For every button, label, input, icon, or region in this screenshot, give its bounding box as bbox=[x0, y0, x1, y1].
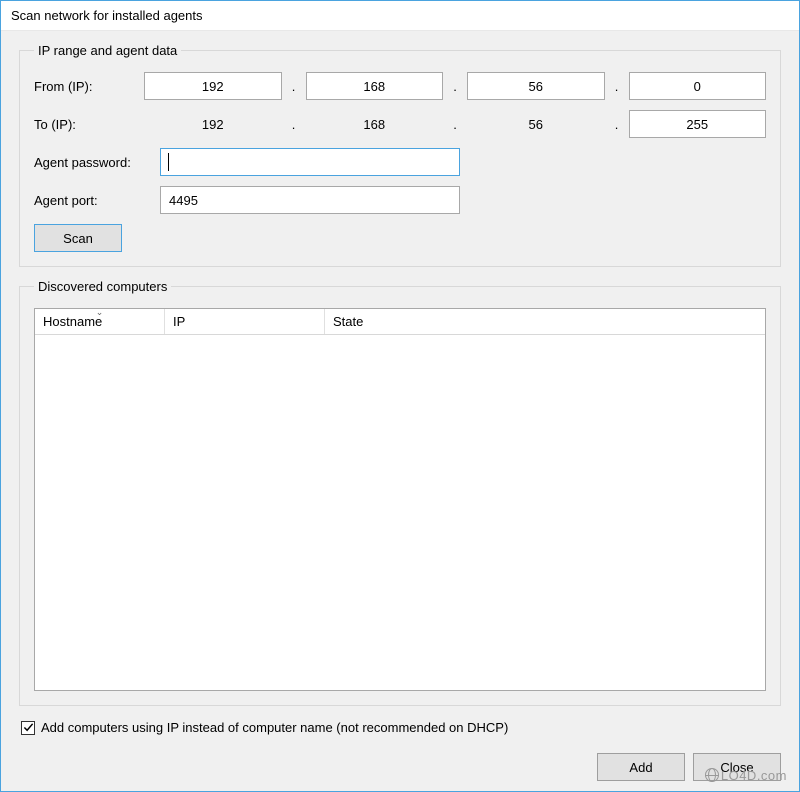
check-icon bbox=[23, 722, 34, 733]
ip-dot: . bbox=[443, 117, 467, 132]
app-window: Scan network for installed agents IP ran… bbox=[0, 0, 800, 792]
to-ip-cells: 192 . 168 . 56 . bbox=[144, 110, 766, 138]
ip-range-legend: IP range and agent data bbox=[34, 43, 181, 58]
window-title: Scan network for installed agents bbox=[11, 8, 203, 23]
from-ip-label: From (IP): bbox=[34, 79, 144, 94]
column-ip[interactable]: IP bbox=[165, 309, 325, 334]
ip-range-group: IP range and agent data From (IP): . . .… bbox=[19, 43, 781, 267]
to-ip-row: To (IP): 192 . 168 . 56 . bbox=[34, 110, 766, 138]
close-button[interactable]: Close bbox=[693, 753, 781, 781]
add-by-ip-checkbox[interactable] bbox=[21, 721, 35, 735]
add-by-ip-row: Add computers using IP instead of comput… bbox=[19, 718, 781, 737]
discovered-table: Hostname ⌄ IP State bbox=[34, 308, 766, 691]
agent-port-label: Agent port: bbox=[34, 193, 160, 208]
table-header: Hostname ⌄ IP State bbox=[35, 309, 765, 335]
titlebar: Scan network for installed agents bbox=[1, 1, 799, 31]
from-ip-row: From (IP): . . . bbox=[34, 72, 766, 100]
agent-password-row: Agent password: bbox=[34, 148, 766, 176]
sort-indicator-icon: ⌄ bbox=[96, 307, 104, 318]
discovered-legend: Discovered computers bbox=[34, 279, 171, 294]
discovered-group: Discovered computers Hostname ⌄ IP State bbox=[19, 279, 781, 706]
ip-dot: . bbox=[605, 79, 629, 94]
agent-password-input[interactable] bbox=[160, 148, 460, 176]
scan-button[interactable]: Scan bbox=[34, 224, 122, 252]
from-ip-octet-3[interactable] bbox=[467, 72, 605, 100]
ip-dot: . bbox=[282, 117, 306, 132]
ip-dot: . bbox=[443, 79, 467, 94]
column-hostname-label: Hostname bbox=[43, 314, 102, 329]
scan-row: Scan bbox=[34, 224, 766, 252]
agent-port-row: Agent port: bbox=[34, 186, 766, 214]
table-body bbox=[35, 335, 765, 690]
column-state-label: State bbox=[333, 314, 363, 329]
agent-password-label: Agent password: bbox=[34, 155, 160, 170]
to-ip-label: To (IP): bbox=[34, 117, 144, 132]
to-ip-octet-1: 192 bbox=[144, 117, 282, 132]
content: IP range and agent data From (IP): . . .… bbox=[1, 31, 799, 791]
column-ip-label: IP bbox=[173, 314, 185, 329]
ip-dot: . bbox=[282, 79, 306, 94]
from-ip-cells: . . . bbox=[144, 72, 766, 100]
to-ip-octet-4[interactable] bbox=[629, 110, 767, 138]
to-ip-octet-2: 168 bbox=[306, 117, 444, 132]
add-by-ip-label: Add computers using IP instead of comput… bbox=[41, 720, 508, 735]
add-button[interactable]: Add bbox=[597, 753, 685, 781]
from-ip-octet-4[interactable] bbox=[629, 72, 767, 100]
dialog-button-row: Add Close bbox=[19, 749, 781, 781]
agent-port-input[interactable] bbox=[160, 186, 460, 214]
ip-dot: . bbox=[605, 117, 629, 132]
column-state[interactable]: State bbox=[325, 309, 765, 334]
column-hostname[interactable]: Hostname ⌄ bbox=[35, 309, 165, 334]
to-ip-octet-3: 56 bbox=[467, 117, 605, 132]
from-ip-octet-1[interactable] bbox=[144, 72, 282, 100]
from-ip-octet-2[interactable] bbox=[306, 72, 444, 100]
